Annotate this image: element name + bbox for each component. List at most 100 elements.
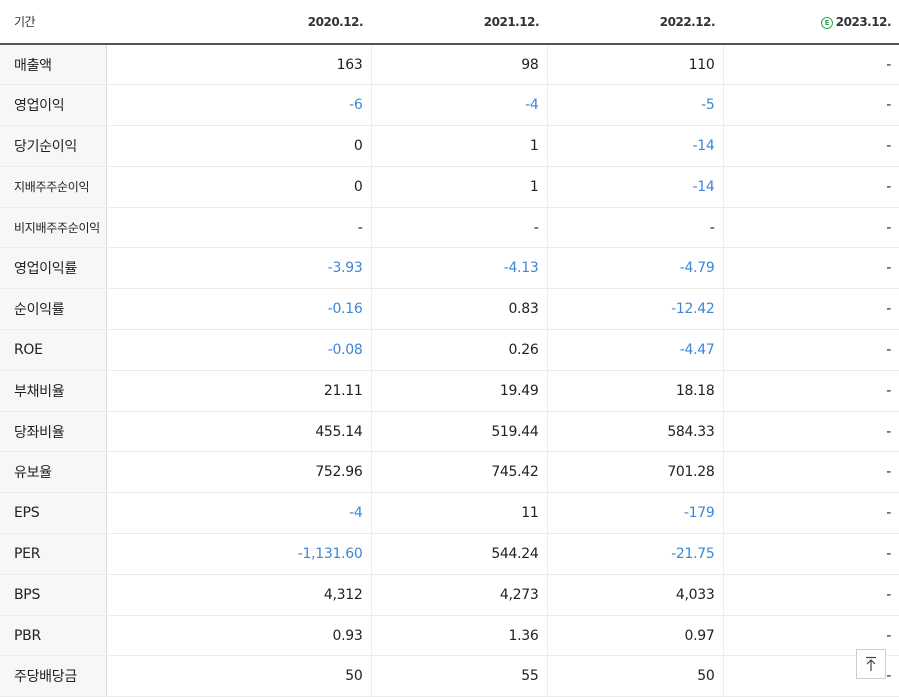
cell-value: 50 [546,655,723,697]
cell-value: - [722,84,899,127]
table-row: BPS 4,312 4,273 4,033- [0,574,899,616]
cell-value: 745.42 [370,451,547,494]
row-label: 부채비율 [0,369,107,412]
cell-value: 18.18 [546,369,723,412]
cell-value: - [546,207,723,249]
cell-value: 163 [105,44,371,86]
cell-value: -179 [546,492,723,535]
cell-value: - [722,492,899,535]
table-row: 영업이익률 -3.93 -4.13 -4.79- [0,247,899,290]
cell-value: 1.36 [370,615,547,657]
row-label: PER [0,533,107,575]
cell-value: 752.96 [105,451,371,494]
cell-value: - [105,207,371,249]
cell-value: - [722,574,899,616]
row-label: 영업이익 [0,84,107,127]
cell-value: 544.24 [370,533,547,575]
cell-value: 0.26 [370,329,547,371]
row-label: 당기순이익 [0,125,107,167]
cell-value: 4,033 [546,574,723,616]
row-label: EPS [0,492,107,535]
cell-value: 50 [105,655,371,697]
cell-value: 0.83 [370,288,547,331]
cell-value: -4.79 [546,247,723,290]
cell-value: 0.93 [105,615,371,657]
row-label: ROE [0,329,107,371]
financial-summary-table: 기간 2020.12. 2021.12. 2022.12. E 2023.12. … [0,0,899,697]
table-row: 비지배주주순이익 - - - - [0,207,899,249]
table-row: ROE -0.08 0.26 -4.47- [0,329,899,371]
cell-value: 519.44 [370,411,547,453]
cell-value: 55 [370,655,547,697]
row-label: 유보율 [0,451,107,494]
cell-value: - [722,369,899,412]
table-header: 기간 2020.12. 2021.12. 2022.12. E 2023.12. [0,0,899,45]
cell-value: -4 [105,492,371,535]
cell-value: - [722,207,899,249]
table-row: 매출액 163 98 110- [0,44,899,86]
row-label: BPS [0,574,107,616]
cell-value: 0.97 [546,615,723,657]
cell-value: -3.93 [105,247,371,290]
table-row: 당좌비율 455.14 519.44 584.33- [0,411,899,453]
row-label: PBR [0,615,107,657]
table-row: PER -1,131.60 544.24 -21.75- [0,533,899,575]
cell-value: - [722,125,899,167]
table-row: 주당배당금 50 55 50- [0,655,899,697]
table-row: 영업이익 -6 -4 -5- [0,84,899,127]
table-body: 매출액 163 98 110- 영업이익 -6 -4 -5- 당기순이익 0 1 -14- 지배주주순이… [0,44,899,697]
cell-value: - [370,207,547,249]
cell-value: 110 [546,44,723,86]
cell-value: 11 [370,492,547,535]
table-row: 당기순이익 0 1 -14- [0,125,899,167]
cell-value: -0.08 [105,329,371,371]
header-row: 기간 2020.12. 2021.12. 2022.12. E 2023.12. [0,0,899,45]
cell-value: - [722,166,899,208]
arrow-up-to-top-icon [866,656,876,671]
cell-value: -4 [370,84,547,127]
table-row: PBR 0.93 1.36 0.97- [0,615,899,657]
estimate-circle-icon: E [820,16,833,29]
row-label: 주당배당금 [0,655,107,697]
cell-value: -14 [546,125,723,167]
cell-value: - [722,411,899,453]
row-label: 순이익률 [0,288,107,331]
period-2022: 2022.12. [547,0,723,45]
table-row: 부채비율 21.11 19.49 18.18- [0,369,899,412]
period-2023-estimate: E 2023.12. [723,0,899,45]
cell-value: 19.49 [370,369,547,412]
cell-value: 98 [370,44,547,86]
cell-value: - [722,288,899,331]
cell-value: 584.33 [546,411,723,453]
row-label: 지배주주순이익 [0,166,107,208]
period-label: 기간 [0,0,106,45]
row-label: 매출액 [0,44,107,86]
cell-value: 1 [370,125,547,167]
cell-value: 0 [105,125,371,167]
cell-value: - [722,329,899,371]
cell-value: -0.16 [105,288,371,331]
cell-value: - [722,247,899,290]
period-2020: 2020.12. [106,0,371,45]
scroll-top-button[interactable] [856,649,886,679]
row-label: 비지배주주순이익 [0,207,107,249]
row-label: 당좌비율 [0,411,107,453]
cell-value: 1 [370,166,547,208]
cell-value: - [722,451,899,494]
period-2023: 2023.12. [835,14,892,29]
cell-value: -4.47 [546,329,723,371]
cell-value: 21.11 [105,369,371,412]
cell-value: -6 [105,84,371,127]
cell-value: 701.28 [546,451,723,494]
cell-value: 0 [105,166,371,208]
cell-value: -12.42 [546,288,723,331]
table-row: 순이익률 -0.16 0.83 -12.42- [0,288,899,331]
cell-value: - [722,44,899,86]
row-label: 영업이익률 [0,247,107,290]
cell-value: -14 [546,166,723,208]
period-2021: 2021.12. [371,0,547,45]
cell-value: 4,273 [370,574,547,616]
table-row: EPS -4 11 -179- [0,492,899,535]
cell-value: - [722,533,899,575]
table-row: 지배주주순이익 0 1 -14- [0,166,899,208]
